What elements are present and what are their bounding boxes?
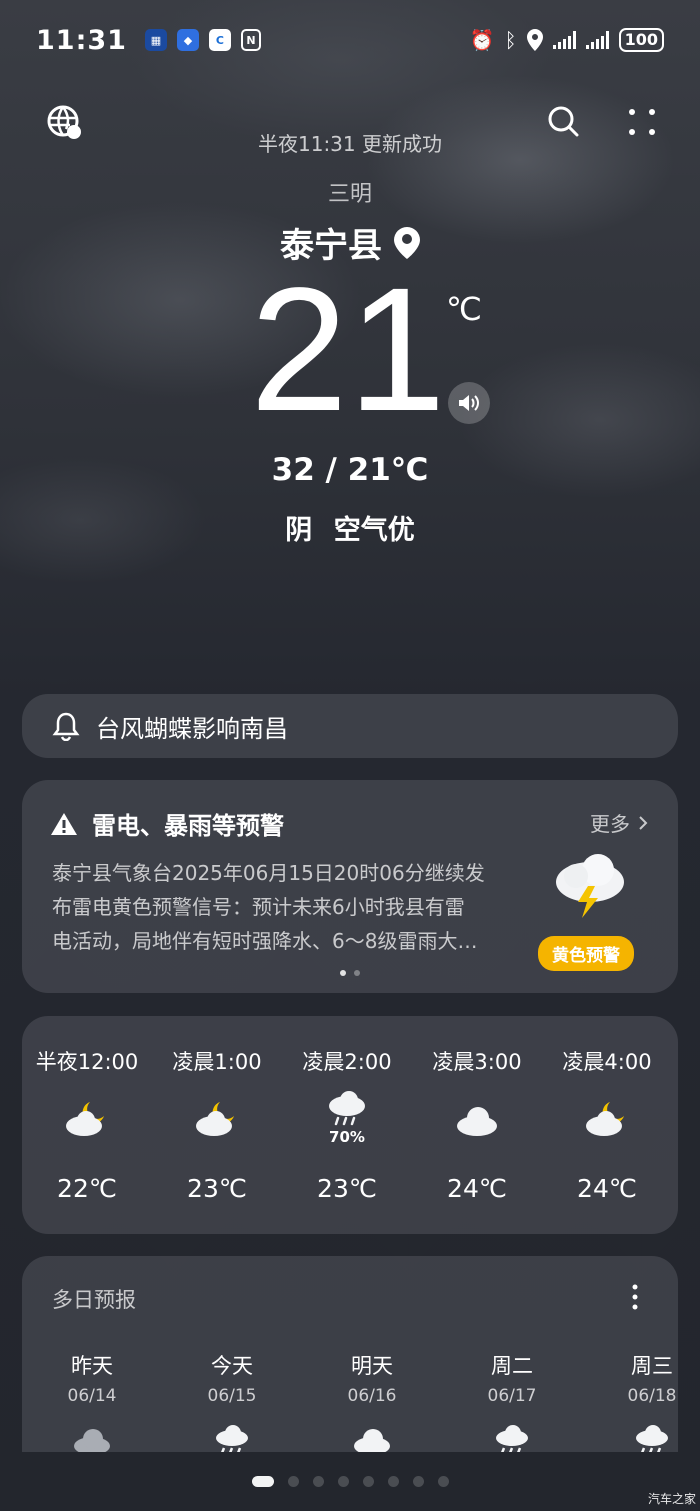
hourly-forecast-card[interactable]: 半夜12:00 22℃ 凌晨1:00 23℃ 凌晨2:00 70% 23℃ 凌晨… [22,1016,678,1234]
city-name: 三明 [327,182,372,207]
notification-icons: ▦ ◆ C N [144,29,261,51]
city-page-indicator[interactable] [0,1476,700,1487]
temperature-unit: ℃ [446,290,482,328]
cloud-moon-icon [586,1102,624,1136]
hour-temperature: 22℃ [57,1174,117,1203]
alert-description: 泰宁县气象台2025年06月15日20时06分继续发 布雷电黄色预警信号：预计未… [52,856,512,958]
daily-forecast-title: 多日预报 [52,1288,136,1312]
status-time: 11:31 [36,24,127,56]
day-name: 今天 [211,1354,253,1378]
alert-header: 雷电、暴雨等预警 [50,806,284,841]
hour-time: 凌晨2:00 [302,1050,392,1074]
watermark: 汽车之家 [647,1492,696,1506]
alarm-icon: ⏰ [469,28,495,52]
speaker-icon [459,395,479,411]
day-date: 06/14 [67,1386,117,1406]
voice-broadcast-button[interactable] [448,382,490,424]
cloud-moon-icon [196,1102,234,1136]
system-icons: ⏰ ᛒ 100 [470,28,664,52]
alert-more-link[interactable]: 更多 [590,808,648,837]
signal-icon-2 [585,31,609,49]
alert-pager [22,970,678,976]
signal-icon-1 [552,31,576,49]
battery-indicator: 100 [618,28,664,52]
weather-condition-row: 阴 空气优 [0,508,700,547]
typhoon-notice-card[interactable]: 台风蝴蝶影响南昌 [22,694,678,758]
day-date: 06/16 [347,1386,397,1406]
high-low-temperature: 32 / 21℃ [271,452,429,488]
warning-icon [51,812,77,835]
location-icon [526,29,543,51]
day-date: 06/17 [487,1386,537,1406]
app-shield-icon: ◆ [176,29,199,51]
news-app-icon: ▦ [144,29,167,51]
cloud-moon-icon [66,1102,104,1136]
weather-condition: 阴 [285,515,313,546]
chevron-right-icon [639,815,648,830]
day-name: 昨天 [71,1354,113,1378]
day-name: 周三 [631,1354,673,1378]
weather-alert-card[interactable]: 雷电、暴雨等预警 更多 泰宁县气象台2025年06月15日20时06分继续发 布… [22,780,678,993]
alert-title: 雷电、暴雨等预警 [92,812,284,840]
day-date: 06/18 [627,1386,677,1406]
update-status: 半夜11:31 更新成功 [258,132,442,156]
hour-temperature: 23℃ [187,1174,247,1203]
hour-time: 凌晨3:00 [432,1050,522,1074]
precipitation-chance: 70% [329,1128,365,1146]
thunderstorm-icon [556,854,624,918]
alert-line: 布雷电黄色预警信号：预计未来6小时我县有雷 [52,895,465,919]
day-name: 周二 [491,1354,533,1378]
status-bar: 11:31 ▦ ◆ C N ⏰ ᛒ 100 [0,0,700,80]
current-temperature: 21 [250,252,446,448]
typhoon-text: 台风蝴蝶影响南昌 [96,714,288,743]
day-date: 06/15 [207,1386,257,1406]
hour-temperature: 24℃ [447,1174,507,1203]
bell-icon [52,712,80,741]
hour-temperature: 24℃ [577,1174,637,1203]
cloud-icon [457,1107,497,1136]
hour-time: 凌晨1:00 [172,1050,262,1074]
hour-time: 凌晨4:00 [562,1050,652,1074]
nfc-icon: N [240,29,261,51]
alert-level-badge: 黄色预警 [538,936,634,971]
alert-line: 电活动，局地伴有短时强降水、6～8级雷雨大… [52,929,478,953]
day-name: 明天 [351,1354,393,1378]
vertical-more-icon[interactable] [632,1284,638,1310]
hour-temperature: 23℃ [317,1174,377,1203]
bluetooth-icon: ᛒ [504,28,517,52]
rain-cloud-icon [329,1091,365,1126]
air-quality[interactable]: 空气优 [334,515,415,546]
hour-time: 半夜12:00 [35,1050,139,1074]
alert-more-label: 更多 [590,812,630,836]
app-c-icon: C [208,29,231,51]
alert-line: 泰宁县气象台2025年06月15日20时06分继续发 [52,861,485,885]
